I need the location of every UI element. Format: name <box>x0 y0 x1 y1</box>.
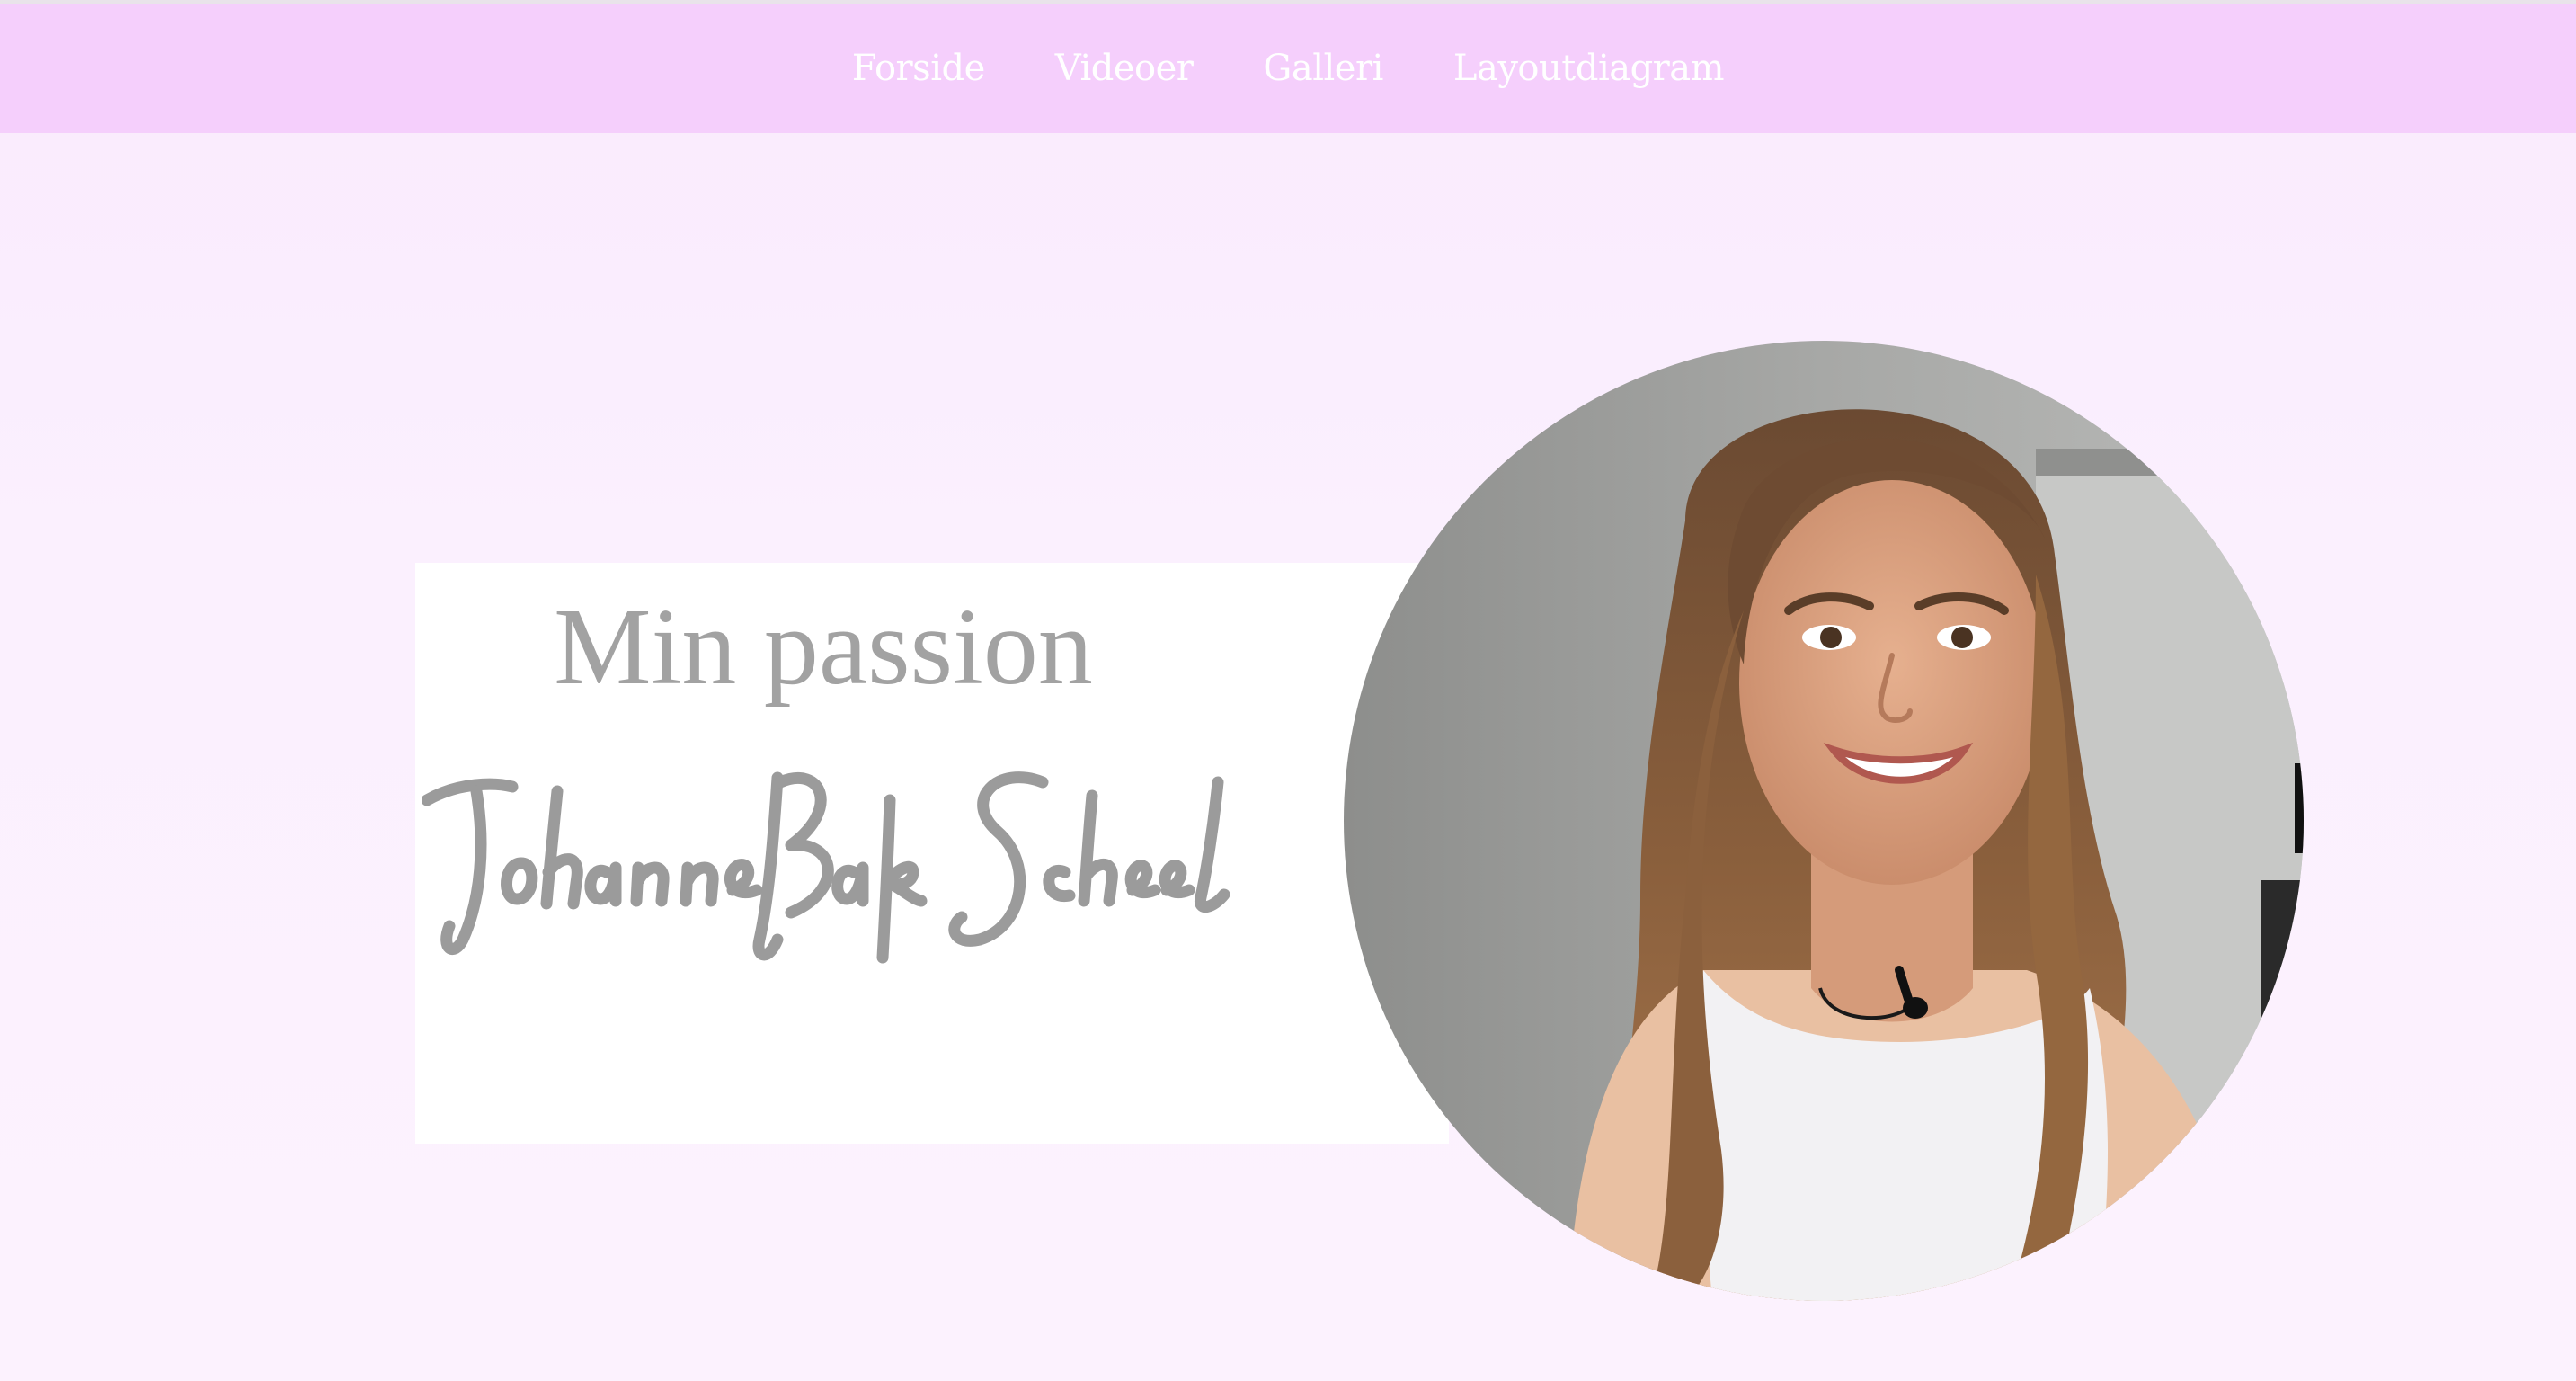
nav-link-forside[interactable]: Forside <box>852 48 985 89</box>
top-navigation: Forside Videoer Galleri Layoutdiagram <box>0 4 2576 133</box>
nav-item-layoutdiagram: Layoutdiagram <box>1453 48 1725 89</box>
nav-link-galleri[interactable]: Galleri <box>1263 48 1383 89</box>
nav-item-forside: Forside <box>852 48 985 89</box>
nav-list: Forside Videoer Galleri Layoutdiagram <box>852 48 1725 89</box>
signature-logo <box>422 771 1230 964</box>
nav-item-galleri: Galleri <box>1263 48 1383 89</box>
portrait-photo <box>1344 341 2304 1301</box>
nav-link-layoutdiagram[interactable]: Layoutdiagram <box>1453 48 1725 89</box>
nav-link-videoer[interactable]: Videoer <box>1055 48 1194 89</box>
nav-item-videoer: Videoer <box>1055 48 1194 89</box>
